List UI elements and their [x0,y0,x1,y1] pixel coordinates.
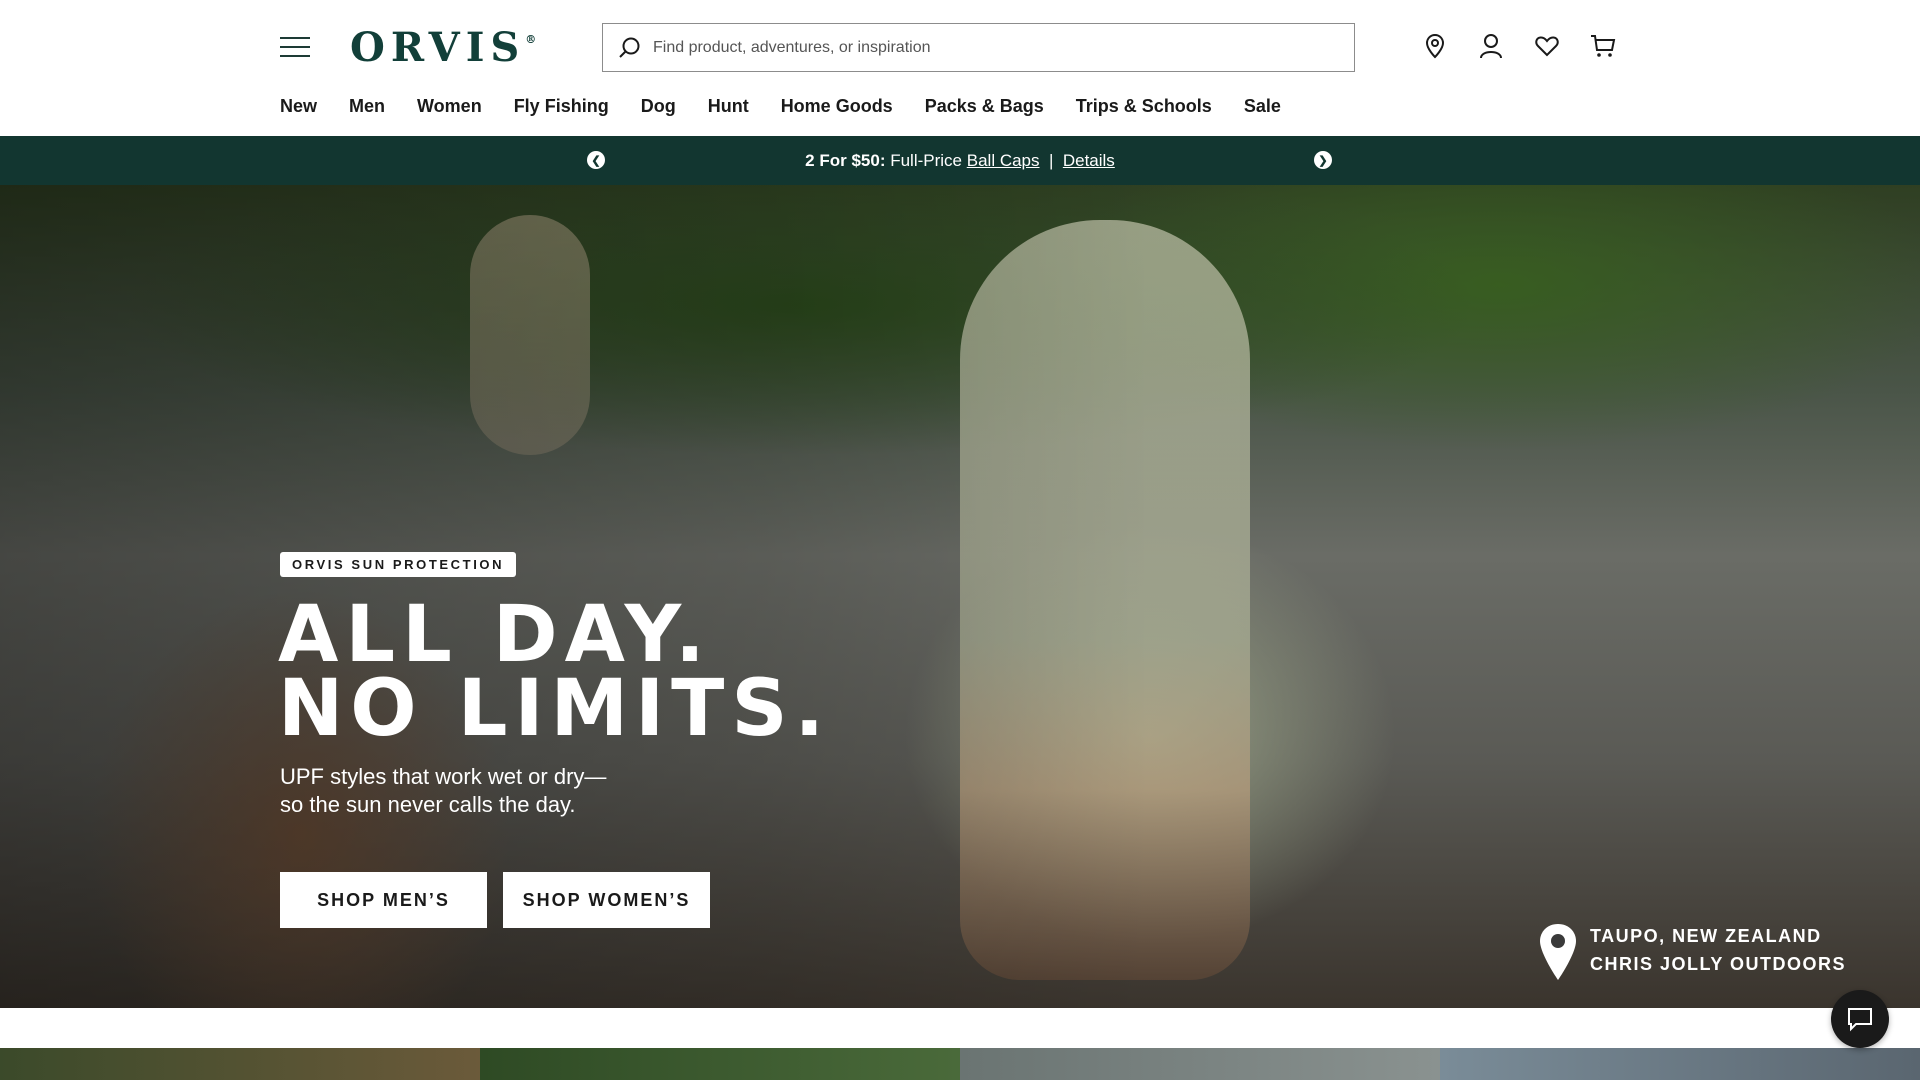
category-tile[interactable] [1440,1048,1920,1080]
promo-separator: | [1048,150,1054,170]
category-tile[interactable] [0,1048,480,1080]
promo-ball-caps-link[interactable]: Ball Caps [967,151,1040,170]
location-pin-icon [1540,924,1576,980]
promo-details-link[interactable]: Details [1063,151,1115,170]
nav-item-trips-schools[interactable]: Trips & Schools [1076,96,1212,117]
chat-icon[interactable] [1831,990,1889,1048]
search-bar[interactable] [602,23,1355,72]
nav-item-new[interactable]: New [280,96,317,117]
nav-item-home-goods[interactable]: Home Goods [781,96,893,117]
category-tile[interactable] [480,1048,960,1080]
promo-bold: 2 For $50: [805,150,886,170]
orvis-logo[interactable]: ORVIS® [350,24,536,71]
hero-subtitle: UPF styles that work wet or dry— so the … [280,763,606,819]
heart-icon[interactable] [1532,30,1562,62]
promo-message: 2 For $50: Full-Price Ball Caps | Detail… [805,151,1115,171]
shop-mens-button[interactable]: SHOP MEN’S [280,872,487,928]
site-header: ORVIS® New Men Women Fly Fishing Dog Hun… [0,0,1920,136]
chevron-right-icon[interactable]: ❯ [1314,151,1332,169]
main-nav: New Men Women Fly Fishing Dog Hunt Home … [280,96,1281,117]
promo-banner: ❮ 2 For $50: Full-Price Ball Caps | Deta… [0,136,1920,185]
nav-item-fly-fishing[interactable]: Fly Fishing [514,96,609,117]
cart-icon[interactable] [1588,30,1618,62]
hero-badge: ORVIS SUN PROTECTION [280,552,517,577]
promo-text: Full-Price [890,150,963,170]
headline-line-1: ALL DAY. [278,590,712,680]
account-icon[interactable] [1476,30,1506,62]
headline-line-2: NO LIMITS. [278,664,832,754]
nav-item-dog[interactable]: Dog [641,96,676,117]
subtitle-line-2: so the sun never calls the day. [280,792,576,817]
chevron-left-icon[interactable]: ❮ [587,151,605,169]
location-partner: CHRIS JOLLY OUTDOORS [1590,954,1847,974]
location-credit: TAUPO, NEW ZEALAND CHRIS JOLLY OUTDOORS [1538,922,1846,982]
category-tiles [0,1048,1920,1080]
subtitle-line-1: UPF styles that work wet or dry— [280,764,607,789]
category-tile[interactable] [960,1048,1440,1080]
location-pin-icon[interactable] [1420,30,1450,62]
menu-icon[interactable] [280,37,310,59]
nav-item-men[interactable]: Men [349,96,385,117]
shop-womens-button[interactable]: SHOP WOMEN’S [503,872,710,928]
nav-item-packs-bags[interactable]: Packs & Bags [925,96,1044,117]
nav-item-sale[interactable]: Sale [1244,96,1281,117]
search-input[interactable] [653,38,1333,57]
utility-icons [1420,30,1618,62]
hero-headline: ALL DAY. NO LIMITS. [278,590,832,754]
location-name: TAUPO, NEW ZEALAND [1590,926,1822,946]
nav-item-hunt[interactable]: Hunt [708,96,749,117]
nav-item-women[interactable]: Women [417,96,482,117]
search-icon[interactable] [617,35,643,61]
